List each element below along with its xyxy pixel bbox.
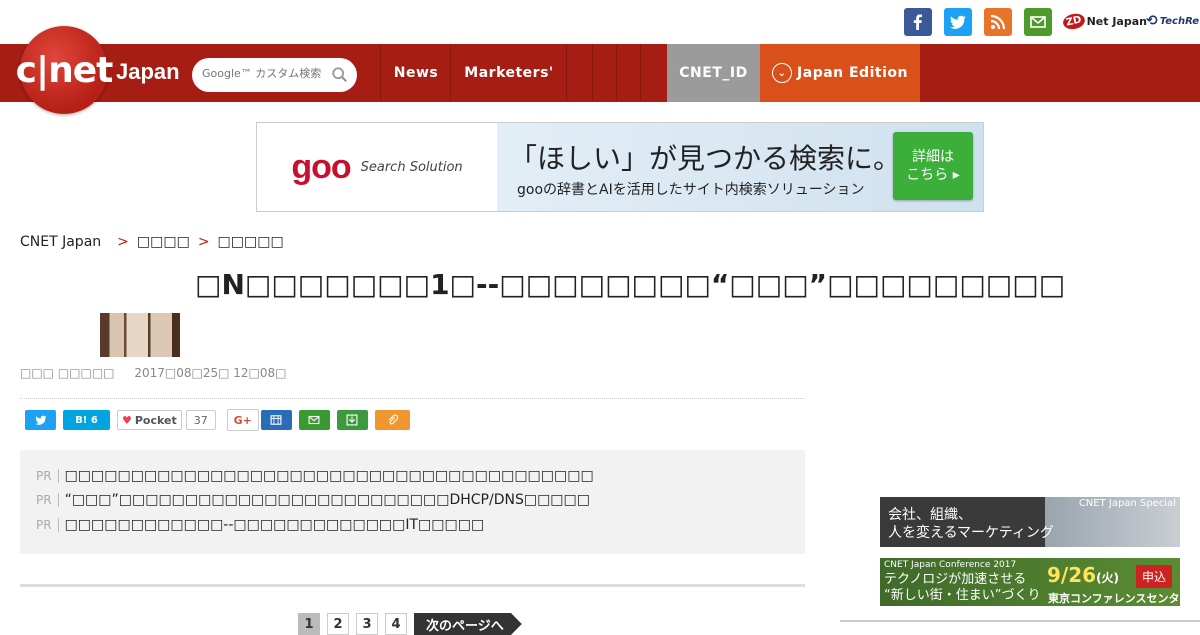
divider xyxy=(20,584,805,587)
goo-ad-button-line1: 詳細は xyxy=(911,149,954,165)
facebook-icon[interactable] xyxy=(904,8,932,36)
pr-tag: PR xyxy=(36,518,59,532)
pr-item[interactable]: PR □□□□□□□□□□□□--□□□□□□□□□□□□□IT□□□□□ xyxy=(36,517,484,533)
goo-ad-details-button[interactable]: 詳細はこちら ▸ xyxy=(893,132,973,200)
conference-text: テクノロジが加速させる “新しい街・住まい”づくり xyxy=(884,572,1040,604)
search-icon[interactable] xyxy=(331,66,349,84)
download-icon xyxy=(346,414,358,426)
promo-line2: 人を変えるマーケティング xyxy=(888,525,1054,541)
pr-item[interactable]: PR □□□□□□□□□□□□□□□□□□□□□□□□□□□□□□□□□□□□□… xyxy=(36,468,594,484)
pagination: 1 2 3 4 次のページへ xyxy=(298,613,522,635)
goo-ad-copy: 「ほしい」が見つかる検索に。 gooの辞書とAIを活用したサイト内検索ソリューシ… xyxy=(497,123,983,211)
search-box xyxy=(192,58,357,92)
goo-ad-brand: goo Search Solution xyxy=(257,123,497,211)
pocket-count: 37 xyxy=(185,410,216,430)
google-plus-button[interactable]: G+ xyxy=(226,409,259,431)
goo-ad-subline: gooの辞書とAIを活用したサイト内検索ソリューション xyxy=(517,182,865,198)
goo-ad-banner[interactable]: goo Search Solution 「ほしい」が見つかる検索に。 gooの辞… xyxy=(256,122,984,212)
print-button[interactable] xyxy=(260,410,292,430)
promo-label: CNET Japan Special xyxy=(1078,498,1176,509)
nav-marketers[interactable]: Marketers' xyxy=(450,44,567,102)
mail-icon xyxy=(308,415,320,425)
techrepublic-logo-icon: ⟲ xyxy=(1146,13,1158,29)
conference-banner[interactable]: CNET Japan Conference 2017 テクノロジが加速させる “… xyxy=(880,558,1180,621)
nav-empty-4[interactable] xyxy=(640,44,668,102)
cnet-logo-japan[interactable]: Japan xyxy=(116,59,180,85)
next-page-button[interactable]: 次のページへ xyxy=(414,613,522,635)
techrepublic-label: TechRe xyxy=(1159,15,1200,27)
twitter-icon xyxy=(34,415,47,425)
divider xyxy=(840,620,1200,622)
japan-edition-button[interactable]: ⌄ Japan Edition xyxy=(760,44,920,102)
pr-link[interactable]: “□□□”□□□□□□□□□□□□□□□□□□□□□□□□□DHCP/DNS□□… xyxy=(65,492,590,508)
cnet-id-button[interactable]: CNET_ID xyxy=(667,44,760,102)
zdnet-logo-icon: ZD xyxy=(1061,11,1086,31)
conference-apply-button[interactable]: 申込 xyxy=(1135,565,1172,588)
nav-empty-1[interactable] xyxy=(566,44,593,102)
email-share-button[interactable] xyxy=(298,410,330,430)
conference-line1: テクノロジが加速させる xyxy=(884,572,1027,587)
pocket-label: Pocket xyxy=(134,413,177,427)
breadcrumb-level1[interactable]: □□□□ xyxy=(137,234,190,250)
conference-venue: 東京コンファレンスセンター xyxy=(1048,592,1180,621)
pr-tag: PR xyxy=(36,493,59,507)
zdnet-japan-link[interactable]: ZD Net Japan xyxy=(1061,8,1147,34)
nav-empty-2[interactable] xyxy=(592,44,617,102)
top-social-bar: ZD Net Japan ⟲ TechRe xyxy=(0,0,1200,44)
share-bar: B! 6 ♥ Pocket 37 G+ xyxy=(25,409,417,431)
pr-link[interactable]: □□□□□□□□□□□□--□□□□□□□□□□□□□IT□□□□□ xyxy=(65,517,485,533)
nav-empty-3[interactable] xyxy=(616,44,641,102)
pr-item[interactable]: PR “□□□”□□□□□□□□□□□□□□□□□□□□□□□□□DHCP/DN… xyxy=(36,492,590,508)
twitter-share-button[interactable] xyxy=(25,410,56,430)
print-icon xyxy=(270,415,282,425)
article-byline: □□□ □□□□□ 2017□08□25□ 12□08□ xyxy=(20,366,286,380)
article-date: 2017□08□25□ 12□08□ xyxy=(134,366,287,380)
breadcrumb-level2[interactable]: □□□□□ xyxy=(218,234,284,250)
cnet-logo[interactable]: c|net xyxy=(16,26,113,114)
search-input[interactable] xyxy=(200,66,334,81)
save-button[interactable] xyxy=(336,410,368,430)
divider xyxy=(20,398,805,399)
conference-date: 9/26(火) xyxy=(1047,563,1119,587)
mail-icon[interactable] xyxy=(1024,8,1052,36)
twitter-icon[interactable] xyxy=(944,8,972,36)
pr-links-box: PR □□□□□□□□□□□□□□□□□□□□□□□□□□□□□□□□□□□□□… xyxy=(20,450,805,554)
page-1-link[interactable]: 1 xyxy=(298,613,320,635)
pr-tag: PR xyxy=(36,469,59,483)
page-2-link[interactable]: 2 xyxy=(327,613,349,635)
conference-label: CNET Japan Conference 2017 xyxy=(884,560,1017,570)
article-title: □N□□□□□□□1□--□□□□□□□□“□□□”□□□□□□□□□ xyxy=(195,268,1066,301)
promo-text: 会社、組織、 人を変えるマーケティング xyxy=(888,506,1054,542)
goo-ad-headline: 「ほしい」が見つかる検索に。 xyxy=(509,142,902,175)
paperclip-icon xyxy=(389,414,399,425)
conference-date-value: 9/26 xyxy=(1047,563,1097,587)
breadcrumb-separator: > xyxy=(117,234,129,250)
breadcrumb: CNET Japan > □□□□ > □□□□□ xyxy=(20,234,284,250)
conference-line2: “新しい街・住まい”づくり xyxy=(884,588,1041,603)
techrepublic-link[interactable]: ⟲ TechRe xyxy=(1146,8,1199,34)
japan-edition-label: Japan Edition xyxy=(797,65,908,81)
zdnet-label: Net Japan xyxy=(1086,14,1147,28)
article-author[interactable]: □□□ □□□□□ xyxy=(20,366,115,380)
author-photo xyxy=(100,313,180,357)
page-3-link[interactable]: 3 xyxy=(356,613,378,635)
goo-ad-button-line2: こちら ▸ xyxy=(906,167,960,183)
pr-link[interactable]: □□□□□□□□□□□□□□□□□□□□□□□□□□□□□□□□□□□□□□□□ xyxy=(65,468,594,484)
nav-news[interactable]: News xyxy=(380,44,451,102)
rss-icon[interactable] xyxy=(984,8,1012,36)
promo-line1: 会社、組織、 xyxy=(888,507,972,523)
pocket-button[interactable]: ♥ Pocket xyxy=(117,410,182,430)
clip-button[interactable] xyxy=(374,410,410,430)
breadcrumb-home[interactable]: CNET Japan xyxy=(20,234,101,250)
page-4-link[interactable]: 4 xyxy=(385,613,407,635)
breadcrumb-separator: > xyxy=(197,234,210,250)
site-header: c|net Japan News Marketers' CNET_ID ⌄ Ja… xyxy=(0,26,1200,114)
marketing-special-banner[interactable]: CNET Japan Special 会社、組織、 人を変えるマーケティング xyxy=(880,497,1180,547)
conference-day: (火) xyxy=(1096,571,1120,585)
pocket-icon: ♥ xyxy=(122,413,132,427)
hatena-bookmark-button[interactable]: B! 6 xyxy=(63,410,110,430)
goo-logo: goo xyxy=(291,147,351,186)
goo-ad-brand-sub: Search Solution xyxy=(360,159,463,175)
chevron-down-icon: ⌄ xyxy=(772,63,793,83)
